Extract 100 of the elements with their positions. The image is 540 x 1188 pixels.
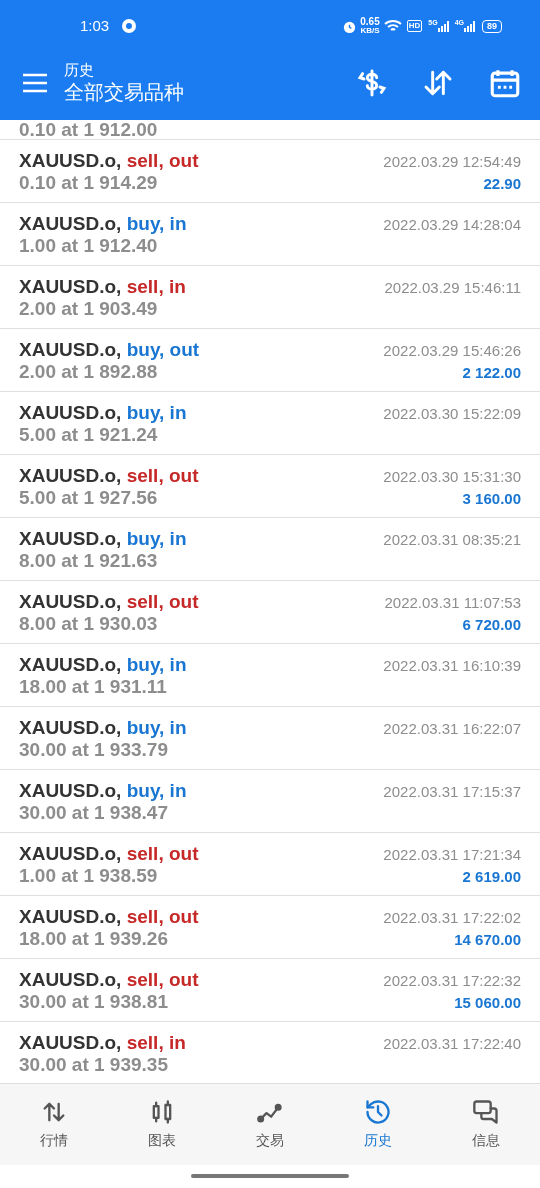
trade-symbol: XAUUSD.o,	[19, 150, 122, 171]
trade-time: 2022.03.31 16:10:39	[383, 656, 521, 676]
trade-time: 2022.03.29 15:46:11	[384, 278, 521, 298]
trade-symbol: XAUUSD.o,	[19, 969, 122, 990]
trade-time: 2022.03.31 17:22:32	[383, 971, 521, 991]
trade-volume-price: 18.00 at 1 931.11	[19, 676, 168, 698]
menu-icon[interactable]	[22, 73, 48, 93]
trade-time: 2022.03.30 15:31:30	[383, 467, 521, 487]
signal-icon	[437, 20, 450, 32]
trade-row[interactable]: XAUUSD.o, sell, out 1.00 at 1 938.59 2022.03.31 17:21:34 2 619.00	[0, 833, 540, 896]
trade-row[interactable]: XAUUSD.o, sell, out 0.10 at 1 914.29 2022.03.29 12:54:49 22.90	[0, 140, 540, 203]
trade-profit: 2 619.00	[462, 867, 521, 887]
trade-action: sell, out	[126, 843, 199, 864]
trade-action: sell, out	[126, 906, 199, 927]
trade-action: buy, in	[126, 780, 187, 801]
wifi-icon	[383, 19, 402, 33]
trade-action: buy, in	[126, 213, 187, 234]
trade-volume-price: 2.00 at 1 892.88	[19, 361, 159, 383]
trade-symbol: XAUUSD.o,	[19, 402, 122, 423]
trade-profit: 3 160.00	[462, 489, 521, 509]
trade-profit: 6 720.00	[462, 615, 521, 635]
trade-volume-price: 0.10 at 1 912.00	[19, 120, 158, 139]
trade-time: 2022.03.29 14:28:04	[383, 215, 521, 235]
trade-symbol: XAUUSD.o,	[19, 1032, 122, 1053]
trade-volume-price: 30.00 at 1 938.81	[19, 991, 169, 1013]
trade-volume-price: 18.00 at 1 939.26	[19, 928, 169, 950]
trade-symbol: XAUUSD.o,	[19, 276, 122, 297]
trade-row[interactable]: XAUUSD.o, buy, in 1.00 at 1 912.40 2022.03.29 14:28:04	[0, 203, 540, 266]
trade-action: buy, in	[126, 528, 187, 549]
trade-symbol: XAUUSD.o,	[19, 717, 122, 738]
trade-action: buy, in	[126, 654, 187, 675]
trade-profit: 22.90	[483, 174, 521, 194]
trade-row[interactable]: XAUUSD.o, buy, in 30.00 at 1 938.47 2022.03.31 17:15:37	[0, 770, 540, 833]
trade-row[interactable]: XAUUSD.o, buy, out 2.00 at 1 892.88 2022.03.29 15:46:26 2 122.00	[0, 329, 540, 392]
trade-action: buy, out	[126, 339, 200, 360]
trade-action: sell, in	[126, 1032, 186, 1053]
notification-icon	[121, 18, 138, 34]
trade-time: 2022.03.29 15:46:26	[383, 341, 521, 361]
trade-action: sell, out	[126, 969, 199, 990]
trade-volume-price: 0.10 at 1 914.29	[19, 172, 159, 194]
clock-time: 1:03	[80, 15, 110, 36]
nav-tab[interactable]: 交易	[216, 1084, 324, 1165]
trade-symbol: XAUUSD.o,	[19, 654, 122, 675]
trade-row[interactable]: XAUUSD.o, sell, in 2.00 at 1 903.49 2022.03.29 15:46:11	[0, 266, 540, 329]
trade-action: buy, in	[126, 717, 187, 738]
trade-symbol: XAUUSD.o,	[19, 213, 122, 234]
trade-volume-price: 30.00 at 1 933.79	[19, 739, 169, 761]
trade-symbol: XAUUSD.o,	[19, 906, 122, 927]
trade-volume-price: 8.00 at 1 930.03	[19, 613, 159, 635]
trade-row[interactable]: XAUUSD.o, sell, out 8.00 at 1 930.03 2022.03.31 11:07:53 6 720.00	[0, 581, 540, 644]
nav-tab[interactable]: 历史	[324, 1084, 432, 1165]
trade-profit: 2 122.00	[462, 363, 521, 383]
hd-badge: HD	[406, 20, 423, 32]
trade-time: 2022.03.31 17:22:02	[383, 908, 521, 928]
trade-volume-price: 2.00 at 1 903.49	[19, 298, 159, 320]
trade-action: buy, in	[126, 402, 187, 423]
trade-row[interactable]: XAUUSD.o, sell, out 18.00 at 1 939.26 2022.03.31 17:22:02 14 670.00	[0, 896, 540, 959]
trade-action: sell, out	[126, 150, 199, 171]
speed-unit: KB/S	[360, 27, 380, 35]
trade-action: sell, in	[126, 276, 186, 297]
trade-symbol: XAUUSD.o,	[19, 528, 122, 549]
trade-time: 2022.03.31 17:21:34	[383, 845, 521, 865]
trade-time: 2022.03.31 11:07:53	[384, 593, 521, 613]
trade-profit: 14 670.00	[454, 930, 521, 950]
trade-row[interactable]: XAUUSD.o, buy, in 18.00 at 1 931.11 2022.03.31 16:10:39	[0, 644, 540, 707]
trade-row[interactable]: XAUUSD.o, sell, out 5.00 at 1 927.56 2022.03.30 15:31:30 3 160.00	[0, 455, 540, 518]
trade-time: 2022.03.31 08:35:21	[383, 530, 521, 550]
nav-tab[interactable]: 信息	[432, 1084, 540, 1165]
trade-symbol: XAUUSD.o,	[19, 465, 122, 486]
trade-symbol: XAUUSD.o,	[19, 339, 122, 360]
screen-title: 全部交易品种	[64, 79, 184, 105]
network-speed: 0.65	[360, 17, 380, 27]
trade-time: 2022.03.30 15:22:09	[383, 404, 521, 424]
trade-volume-price: 5.00 at 1 921.24	[19, 424, 159, 446]
trade-volume-price: 30.00 at 1 939.35	[19, 1054, 169, 1076]
trade-symbol: XAUUSD.o,	[19, 780, 122, 801]
trade-time: 2022.03.31 17:15:37	[383, 782, 521, 802]
battery-level: 89	[482, 19, 502, 33]
trade-time: 2022.03.29 12:54:49	[383, 152, 521, 172]
trade-volume-price: 1.00 at 1 912.40	[19, 235, 159, 257]
trade-row[interactable]: XAUUSD.o, buy, in 30.00 at 1 933.79 2022.03.31 16:22:07	[0, 707, 540, 770]
trade-volume-price: 30.00 at 1 938.47	[19, 802, 169, 824]
nav-tab[interactable]: 图表	[108, 1084, 216, 1165]
currency-exchange-icon[interactable]	[356, 67, 388, 99]
history-icon	[364, 1098, 392, 1126]
trade-volume-price: 8.00 at 1 921.63	[19, 550, 159, 572]
trade-symbol: XAUUSD.o,	[19, 591, 122, 612]
trade-action: sell, out	[126, 465, 199, 486]
screen-subtitle: 历史	[64, 61, 95, 80]
trade-volume-price: 5.00 at 1 927.56	[19, 487, 159, 509]
trade-row[interactable]: XAUUSD.o, sell, out 30.00 at 1 938.81 2022.03.31 17:22:32 15 060.00	[0, 959, 540, 1022]
trade-profit: 15 060.00	[454, 993, 521, 1013]
trade-symbol: XAUUSD.o,	[19, 843, 122, 864]
nav-tab[interactable]: 行情	[0, 1084, 108, 1165]
trade-volume-price: 1.00 at 1 938.59	[19, 865, 159, 887]
trade-row[interactable]: XAUUSD.o, buy, in 8.00 at 1 921.63 2022.03.31 08:35:21	[0, 518, 540, 581]
trade-row[interactable]: XAUUSD.o, buy, in 5.00 at 1 921.24 2022.03.30 15:22:09	[0, 392, 540, 455]
trade-action: sell, out	[126, 591, 199, 612]
trade-time: 2022.03.31 16:22:07	[383, 719, 521, 739]
chat-icon	[472, 1098, 500, 1126]
